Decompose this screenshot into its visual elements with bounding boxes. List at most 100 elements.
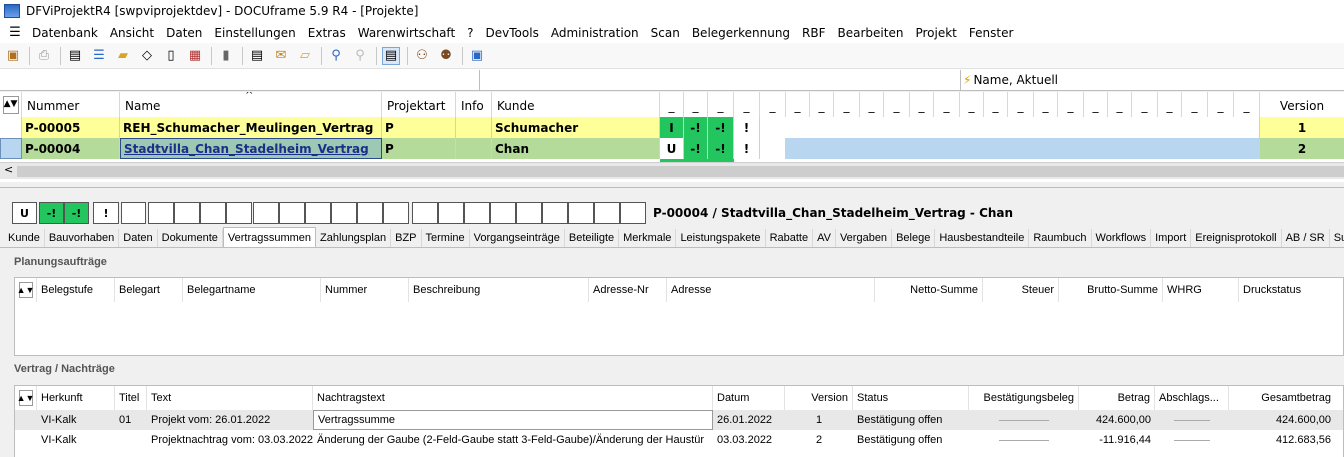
tab-kunde[interactable]: Kunde xyxy=(4,229,45,247)
col-flag[interactable]: _ xyxy=(786,92,810,117)
col-herkunft[interactable]: Herkunft xyxy=(37,386,115,410)
splitter[interactable] xyxy=(0,187,1344,188)
horizontal-scrollbar[interactable]: < xyxy=(0,162,1344,179)
col-beschreibung[interactable]: Beschreibung xyxy=(409,278,589,302)
grid-sort-button[interactable]: ▲▼ xyxy=(15,386,37,410)
col-adresse-nr[interactable]: Adresse-Nr xyxy=(589,278,667,302)
tab-dokumente[interactable]: Dokumente xyxy=(158,229,223,247)
tab-merkmale[interactable]: Merkmale xyxy=(619,229,677,247)
col-whrg[interactable]: WHRG xyxy=(1163,278,1239,302)
window-icon[interactable]: ▣ xyxy=(468,47,486,65)
tab-vergaben[interactable]: Vergaben xyxy=(836,229,893,247)
tab-daten[interactable]: Daten xyxy=(119,229,158,247)
col-netto-summe[interactable]: Netto-Summe xyxy=(875,278,983,302)
menu-belegerkennung[interactable]: Belegerkennung xyxy=(686,26,796,40)
grid-sort-button[interactable]: ▲▼ xyxy=(15,278,37,302)
tab-suche[interactable]: Suche xyxy=(1330,229,1344,247)
tab-termine[interactable]: Termine xyxy=(422,229,470,247)
col-flag[interactable]: _ xyxy=(860,92,884,117)
new-record-icon[interactable]: ▣ xyxy=(4,47,22,65)
col-belegartname[interactable]: Belegartname xyxy=(183,278,321,302)
group-icon[interactable]: ⚉ xyxy=(437,47,455,65)
tab-import[interactable]: Import xyxy=(1151,229,1192,247)
col-nummer[interactable]: Nummer xyxy=(321,278,409,302)
col-bestaetigungsbeleg[interactable]: Bestätigungsbeleg xyxy=(969,386,1079,410)
col-flag[interactable]: _ xyxy=(660,92,684,117)
col-flag[interactable]: _ xyxy=(1008,92,1034,117)
col-flag[interactable]: _ xyxy=(760,92,786,117)
tab-workflows[interactable]: Workflows xyxy=(1092,229,1152,247)
tab-raumbuch[interactable]: Raumbuch xyxy=(1029,229,1092,247)
folder-open-icon[interactable]: ▱ xyxy=(296,47,314,65)
menu-datenbank[interactable]: Datenbank xyxy=(26,26,104,40)
print-icon[interactable]: ⎙ xyxy=(35,47,53,65)
col-status[interactable]: Status xyxy=(853,386,969,410)
tag-icon[interactable]: ◇ xyxy=(138,47,156,65)
col-betrag[interactable]: Betrag xyxy=(1079,386,1155,410)
col-belegart[interactable]: Belegart xyxy=(115,278,183,302)
tab-rabatte[interactable]: Rabatte xyxy=(766,229,814,247)
menu-bearbeiten[interactable]: Bearbeiten xyxy=(832,26,910,40)
table-row-selected[interactable]: P-00004 Stadtvilla_Chan_Stadelheim_Vertr… xyxy=(0,138,1344,159)
sort-order-field[interactable]: ⚡ Name, Aktuell xyxy=(960,70,1344,90)
col-flag[interactable]: _ xyxy=(684,92,708,117)
menu-warenwirtschaft[interactable]: Warenwirtschaft xyxy=(352,26,461,40)
col-gesamtbetrag[interactable]: Gesamtbetrag xyxy=(1229,386,1335,410)
col-druckstatus[interactable]: Druckstatus xyxy=(1239,278,1344,302)
col-flag[interactable]: _ xyxy=(1058,92,1084,117)
users-icon[interactable]: ⚇ xyxy=(413,47,431,65)
col-info[interactable]: Info xyxy=(456,92,492,117)
row-selector[interactable] xyxy=(0,138,22,159)
col-version[interactable]: Version xyxy=(1260,92,1344,117)
col-flag[interactable]: _ xyxy=(834,92,860,117)
col-version[interactable]: Version xyxy=(785,386,853,410)
scrollbar-thumb[interactable] xyxy=(17,166,1344,177)
col-steuer[interactable]: Steuer xyxy=(983,278,1059,302)
col-name[interactable]: Name ^ xyxy=(120,92,382,117)
menu-administration[interactable]: Administration xyxy=(545,26,645,40)
tab-leistungspakete[interactable]: Leistungspakete xyxy=(676,229,766,247)
col-flag[interactable]: _ xyxy=(1034,92,1058,117)
col-flag[interactable]: _ xyxy=(1234,92,1260,117)
col-titel[interactable]: Titel xyxy=(115,386,147,410)
document-icon[interactable]: ▯ xyxy=(162,47,180,65)
col-flag[interactable]: _ xyxy=(960,92,984,117)
calendar-icon[interactable]: ▦ xyxy=(186,47,204,65)
tab-zahlungsplan[interactable]: Zahlungsplan xyxy=(316,229,392,247)
col-datum[interactable]: Datum xyxy=(713,386,785,410)
menu-rbf[interactable]: RBF xyxy=(796,26,831,40)
menu-ansicht[interactable]: Ansicht xyxy=(104,26,160,40)
cell-name[interactable]: Stadtvilla_Chan_Stadelheim_Vertrag xyxy=(120,138,382,159)
search-icon[interactable]: ⚲ xyxy=(327,47,345,65)
col-flag[interactable]: _ xyxy=(734,92,760,117)
col-nummer[interactable]: Nummer xyxy=(22,92,120,117)
menu-app-icon[interactable]: ☰ xyxy=(6,24,24,42)
tab-ereignisprotokoll[interactable]: Ereignisprotokoll xyxy=(1191,229,1282,247)
table-row[interactable]: P-00005 REH_Schumacher_Meulingen_Vertrag… xyxy=(0,117,1344,138)
grid-sort-button[interactable]: ▲▼ xyxy=(0,92,22,117)
scroll-left-icon[interactable]: < xyxy=(4,163,13,176)
menu-projekt[interactable]: Projekt xyxy=(909,26,962,40)
menu-extras[interactable]: Extras xyxy=(302,26,352,40)
col-text[interactable]: Text xyxy=(147,386,313,410)
phone-icon[interactable]: ▮ xyxy=(217,47,235,65)
col-nachtragstext[interactable]: Nachtragstext xyxy=(313,386,713,410)
menu-daten[interactable]: Daten xyxy=(160,26,208,40)
menu-einstellungen[interactable]: Einstellungen xyxy=(208,26,301,40)
col-flag[interactable]: _ xyxy=(910,92,934,117)
col-flag[interactable]: _ xyxy=(1084,92,1108,117)
tab-ab-sr[interactable]: AB / SR xyxy=(1282,229,1330,247)
col-flag[interactable]: _ xyxy=(884,92,910,117)
col-adresse[interactable]: Adresse xyxy=(667,278,875,302)
table-row[interactable]: VI-Kalk Projektnachtrag vom: 03.03.2022 … xyxy=(15,430,1343,450)
col-flag[interactable]: _ xyxy=(708,92,734,117)
col-flag[interactable]: _ xyxy=(1182,92,1208,117)
folder-icon[interactable]: ▰ xyxy=(114,47,132,65)
tab-vorgangseinträge[interactable]: Vorgangseinträge xyxy=(470,229,565,247)
menu-devtools[interactable]: DevTools xyxy=(480,26,545,40)
col-projektart[interactable]: Projektart xyxy=(382,92,456,117)
col-kunde[interactable]: Kunde xyxy=(492,92,660,117)
col-flag[interactable]: _ xyxy=(984,92,1008,117)
col-belegstufe[interactable]: Belegstufe xyxy=(37,278,115,302)
tab-belege[interactable]: Belege xyxy=(892,229,936,247)
